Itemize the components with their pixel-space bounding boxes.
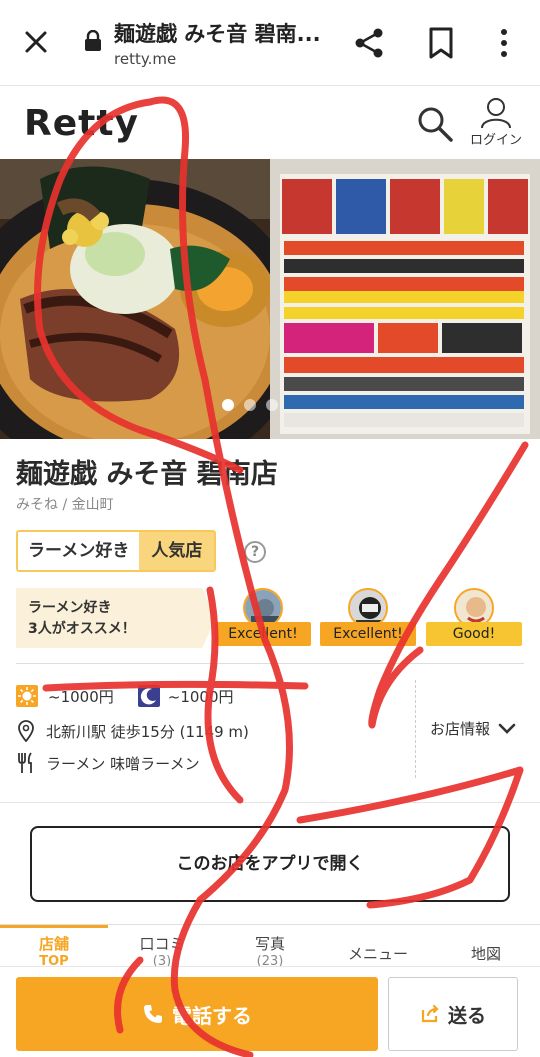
retty-logo[interactable]: Retty [24,103,139,144]
login-button[interactable]: ログイン [466,97,526,153]
genre-row: ラーメン 味噌ラーメン [16,752,200,774]
ramen-photo[interactable] [0,159,270,439]
help-icon[interactable]: ? [244,541,266,563]
tab-label: 店舗 [38,935,69,953]
dinner-icon [137,685,160,707]
genre-text: ラーメン 味噌ラーメン [46,754,200,773]
carousel-dot[interactable] [222,399,234,411]
page: 麺遊戯 みそ音 碧南... retty.me Retty ログイン 麺遊戯 みそ… [0,0,540,1057]
carousel-dot[interactable] [244,399,256,411]
send-button[interactable]: 送る [388,977,518,1051]
more-vert-icon[interactable] [494,26,514,60]
chevron-down-icon [498,723,516,734]
send-label: 送る [447,1004,486,1027]
dinner-price: ~1000円 [167,687,234,706]
bookmark-icon[interactable] [426,26,456,60]
recommend-line: 3人がオススメ！ [28,621,136,637]
recommend-line: ラーメン好き [28,600,112,616]
active-tab-indicator [0,925,108,928]
tab-menu[interactable]: メニュー [324,945,432,963]
shop-area: みそね / 金山町 [16,497,114,513]
call-button[interactable]: 電話する [16,977,378,1051]
tab-label: メニュー [347,945,408,963]
rating-badge: Excellent! [320,622,416,646]
page-title: 麺遊戯 みそ音 碧南... [114,22,321,46]
tab-label: 地図 [470,945,501,963]
rating-badge: Good! [426,622,522,646]
photo-carousel[interactable] [0,159,540,439]
rating-badge: Excellent! [215,622,311,646]
shop-tags: ラーメン好き 人気店 [16,530,217,572]
page-url[interactable]: retty.me [114,50,176,68]
action-bar: 電話する 送る [0,966,540,1057]
send-icon [421,1004,439,1023]
lunch-icon [16,685,38,707]
shop-name: 麺遊戯 みそ音 碧南店 [16,459,278,490]
tab-map[interactable]: 地図 [432,945,540,963]
access-text: 北新川駅 徒歩15分 (1149 m) [46,722,249,741]
divider [415,680,416,778]
tab-label: 写真 [254,935,285,953]
tag-ramen-lover: ラーメン好き [18,532,140,570]
reviewer-card[interactable]: Excellent! [215,588,311,648]
shop-info-label: お店情報 [430,720,491,738]
tag-popular: 人気店 [139,532,215,570]
cutlery-icon [18,752,32,773]
recommend-banner: ラーメン好き 3人がオススメ！ [16,588,216,648]
login-label: ログイン [469,133,522,148]
reviewer-card[interactable]: Excellent! [320,588,416,648]
price-row: ~1000円 ~1000円 [16,685,234,707]
menu-board-photo[interactable] [270,159,540,439]
lock-icon [85,30,101,51]
access-row: 北新川駅 徒歩15分 (1149 m) [16,720,249,742]
reviewer-card[interactable]: Good! [426,588,522,648]
divider [16,663,524,664]
open-in-app-button[interactable]: このお店をアプリで開く [30,826,510,902]
carousel-indicator [222,399,278,411]
share-icon[interactable] [352,26,386,60]
site-header: Retty ログイン [0,87,540,159]
user-icon [481,98,511,129]
lunch-price: ~1000円 [48,687,114,706]
carousel-dot[interactable] [266,399,278,411]
phone-icon [144,1005,162,1023]
location-pin-icon [18,720,34,742]
call-label: 電話する [172,1003,252,1028]
tab-label: 口コミ [139,935,185,953]
close-icon[interactable] [20,26,52,58]
recommend-text: ラーメン好き 3人がオススメ！ [28,598,136,640]
shop-info-toggle[interactable]: お店情報 [430,718,516,739]
search-icon[interactable] [416,105,454,143]
browser-toolbar: 麺遊戯 みそ音 碧南... retty.me [0,0,540,86]
divider [0,802,540,803]
